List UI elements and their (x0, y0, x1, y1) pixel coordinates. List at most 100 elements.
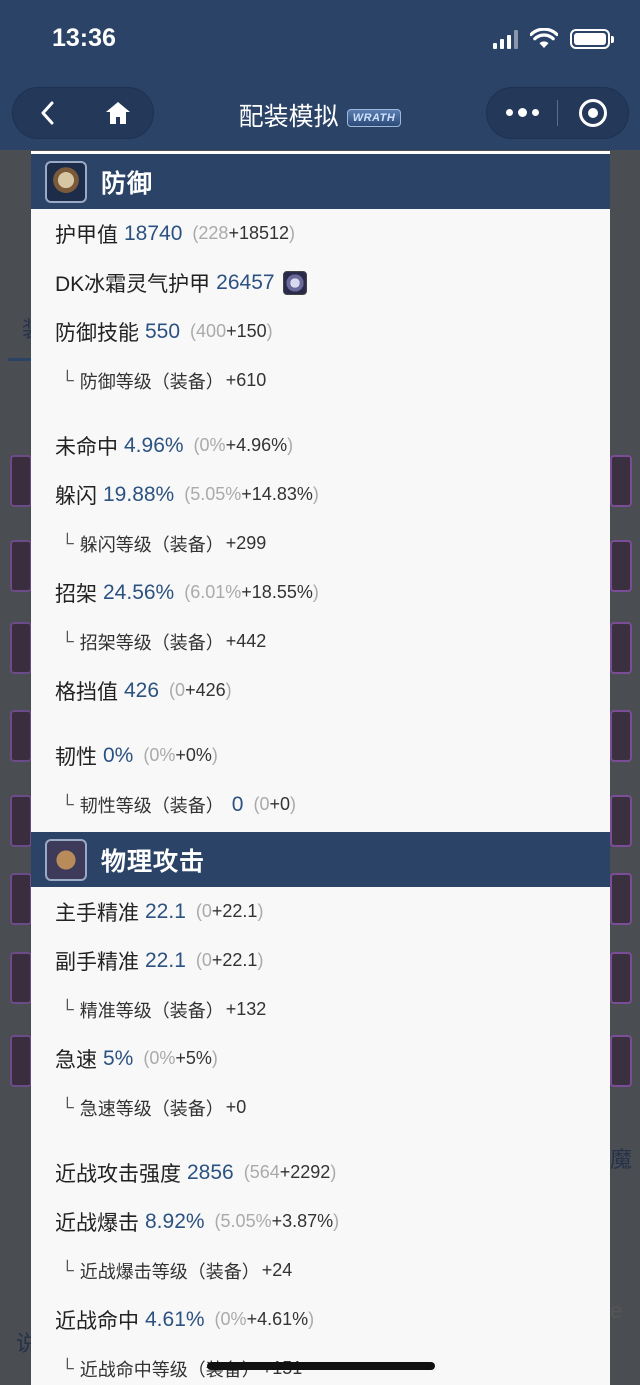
bg-item-icon (10, 795, 32, 847)
bg-tab-underline (8, 358, 33, 361)
page-title-text: 配装模拟 (238, 103, 339, 131)
more-button[interactable] (487, 88, 557, 138)
bg-right-char: 魔 (610, 1147, 633, 1172)
stat-label: 格挡值 (55, 680, 118, 704)
stat-breakdown: (0%+4.61%) (214, 1309, 315, 1329)
stat-breakdown: (0%+4.96%) (193, 435, 294, 455)
bg-item-icon (10, 873, 32, 925)
stat-breakdown: (228+18512) (192, 223, 296, 243)
stat-value: +442 (225, 631, 267, 651)
more-dots-icon (505, 108, 539, 117)
bg-item-icon (610, 710, 632, 762)
section-title: 物理攻击 (101, 847, 206, 876)
wrath-logo: WRATH (346, 109, 402, 128)
stat-label: 近战攻击强度 (55, 1162, 181, 1186)
stat-row-armor: 护甲值 18740 (228+18512) (31, 209, 610, 258)
stat-label: 精准等级（装备） (79, 1000, 224, 1021)
stat-label: 急速等级（装备） (79, 1098, 224, 1119)
stat-label: 副手精准 (55, 950, 139, 974)
stat-label: 未命中 (55, 435, 118, 459)
battery-icon (570, 29, 614, 49)
stat-value: 4.61% (145, 1307, 205, 1331)
stat-value: 19.88% (103, 482, 175, 506)
stat-label: 近战命中 (55, 1309, 139, 1333)
status-icons (493, 28, 614, 50)
bg-item-icon (10, 622, 32, 674)
close-miniprogram-button[interactable] (558, 88, 628, 138)
stat-breakdown: (0%+5%) (143, 1048, 218, 1068)
stat-row-mh-expertise: 主手精准 22.1 (0+22.1) (31, 887, 610, 936)
stat-value: +24 (261, 1260, 293, 1280)
stat-breakdown: (0+22.1) (195, 950, 264, 970)
bg-item-icon (10, 952, 32, 1004)
stat-label: 近战爆击 (55, 1211, 139, 1235)
stat-row-melee-ap: 近战攻击强度 2856 (564+2292) (31, 1148, 610, 1197)
stat-breakdown: (5.05%+14.83%) (184, 484, 319, 504)
stat-subrow-crit-rating: └ 近战爆击等级（装备） +24 (31, 1246, 610, 1295)
section-header-physical: 物理攻击 (31, 832, 610, 887)
stat-value: 8.92% (145, 1209, 205, 1233)
bg-item-icon (10, 710, 32, 762)
stat-row-melee-hit: 近战命中 4.61% (0%+4.61%) (31, 1295, 610, 1344)
section-title: 防御 (101, 169, 154, 198)
stat-breakdown: (564+2292) (243, 1162, 337, 1182)
stat-row-dodge: 躲闪 19.88% (5.05%+14.83%) (31, 470, 610, 519)
stat-value: 22.1 (145, 948, 186, 972)
stat-label: DK冰霜灵气护甲 (55, 272, 211, 296)
stat-breakdown: (5.05%+3.87%) (214, 1211, 340, 1231)
stat-subrow-dodge-rating: └ 躲闪等级（装备） +299 (31, 519, 610, 568)
bg-item-icon (610, 622, 632, 674)
bg-item-icon (610, 1035, 632, 1087)
bg-item-icon (610, 873, 632, 925)
stat-label: 近战爆击等级（装备） (79, 1261, 260, 1282)
fist-icon (45, 838, 87, 881)
frost-presence-icon (282, 270, 307, 295)
stat-label: 主手精准 (55, 901, 139, 925)
stat-row-block: 格挡值 426 (0+426) (31, 666, 610, 715)
stat-breakdown: (6.01%+18.55%) (184, 582, 319, 602)
stat-row-miss: 未命中 4.96% (0%+4.96%) (31, 421, 610, 470)
nav-capsule-right (486, 87, 629, 139)
stat-row-haste: 急速 5% (0%+5%) (31, 1034, 610, 1083)
bg-right-char-bottom: e (610, 1298, 623, 1323)
stat-breakdown: (0+426) (169, 680, 232, 700)
stat-row-oh-expertise: 副手精准 22.1 (0+22.1) (31, 936, 610, 985)
target-icon (579, 99, 607, 127)
stat-value: 0% (103, 743, 134, 767)
stat-row-melee-crit: 近战爆击 8.92% (5.05%+3.87%) (31, 1197, 610, 1246)
stat-value: +610 (225, 370, 267, 390)
stat-value: 5% (103, 1046, 134, 1070)
stat-breakdown: (0+0) (253, 794, 296, 814)
stat-value: +299 (225, 533, 267, 553)
signal-icon (493, 29, 518, 49)
stat-label: 护甲值 (55, 223, 118, 247)
home-indicator[interactable] (207, 1362, 435, 1370)
stat-subrow-expertise-rating: └ 精准等级（装备） +132 (31, 985, 610, 1034)
stat-value: 426 (124, 678, 160, 702)
stat-label: 躲闪等级（装备） (79, 534, 224, 555)
bg-item-icon (610, 952, 632, 1004)
stat-breakdown: (0+22.1) (195, 901, 264, 921)
section-header-defense: 防御 (31, 154, 610, 209)
stat-subrow-haste-rating: └ 急速等级（装备） +0 (31, 1083, 610, 1132)
wifi-icon (530, 28, 558, 48)
stat-subrow-resilience-rating: └ 韧性等级（装备） 0 (0+0) (61, 792, 296, 816)
stat-label: 招架 (55, 582, 97, 606)
stat-row-dk-armor: DK冰霜灵气护甲 26457 (31, 258, 610, 307)
bg-item-icon (10, 540, 32, 592)
stat-value: 24.56% (103, 580, 175, 604)
stat-label: 急速 (55, 1048, 97, 1072)
stat-value: +0 (225, 1097, 247, 1117)
bg-item-icon (610, 795, 632, 847)
shield-icon (45, 160, 87, 203)
stat-label: 躲闪 (55, 484, 97, 508)
stat-value: 0 (231, 792, 244, 816)
stat-subrow-defense-rating: └ 防御等级（装备） +610 (31, 356, 610, 405)
stat-value: +132 (225, 999, 267, 1019)
stat-row-parry: 招架 24.56% (6.01%+18.55%) (31, 568, 610, 617)
stat-value: 18740 (124, 221, 183, 245)
bg-item-icon (10, 1035, 32, 1087)
stat-label: 招架等级（装备） (79, 632, 224, 653)
stat-value: 22.1 (145, 899, 186, 923)
stat-label: 防御技能 (55, 321, 139, 345)
